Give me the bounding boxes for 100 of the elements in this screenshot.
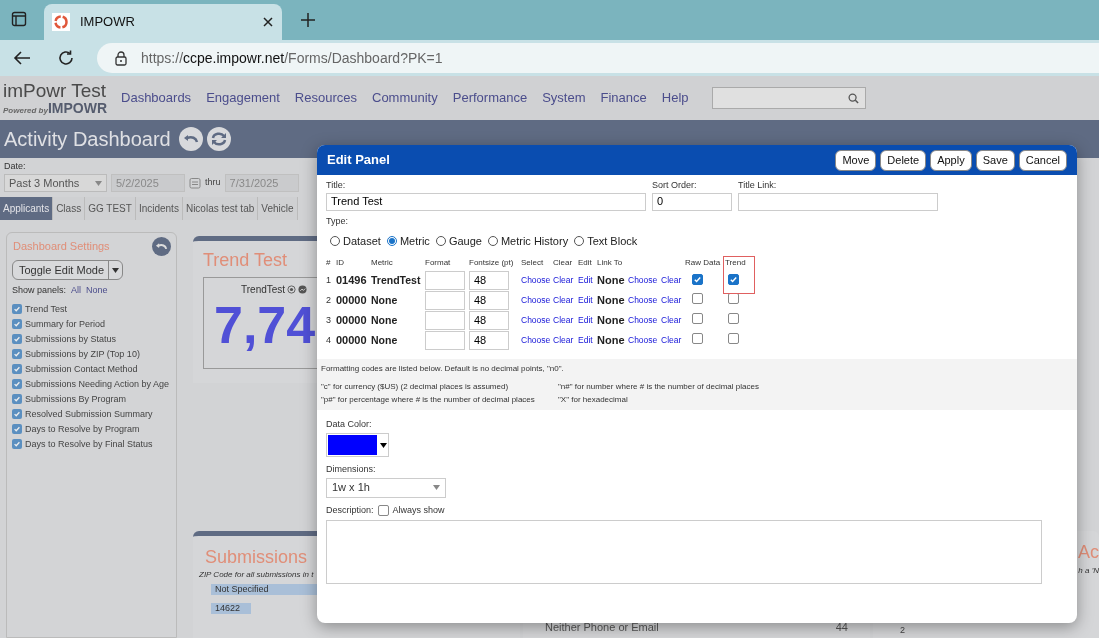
format-field[interactable] bbox=[425, 331, 465, 350]
link[interactable]: All bbox=[71, 284, 82, 298]
checkbox[interactable] bbox=[12, 348, 22, 359]
checkbox[interactable] bbox=[12, 303, 22, 314]
format-field[interactable] bbox=[425, 271, 465, 290]
dialog-button[interactable]: Cancel bbox=[1018, 149, 1067, 171]
edit-link[interactable]: Edit bbox=[578, 274, 597, 287]
choose-link[interactable]: Choose bbox=[628, 334, 661, 347]
clear-link[interactable]: Clear bbox=[553, 294, 578, 307]
tab[interactable]: Class bbox=[53, 197, 86, 220]
date-range-select[interactable]: Past 3 Months bbox=[4, 174, 107, 192]
back-icon[interactable] bbox=[13, 50, 31, 66]
format-field[interactable] bbox=[425, 311, 465, 330]
column-header: # bbox=[326, 256, 332, 269]
tab-actions-icon[interactable] bbox=[11, 11, 27, 27]
link[interactable]: None bbox=[86, 284, 108, 298]
color-picker[interactable] bbox=[326, 433, 389, 457]
help-text: Formatting codes are listed below. Default is no decimal points, "n0". bbox=[321, 362, 565, 375]
calendar-icon[interactable] bbox=[189, 177, 201, 189]
fontsize-field[interactable]: 48 bbox=[469, 311, 509, 330]
sort-order-field[interactable]: 0 bbox=[652, 192, 732, 211]
target-icon[interactable] bbox=[287, 285, 297, 294]
choose-link[interactable]: Choose bbox=[521, 274, 553, 287]
radio-label: Text Block bbox=[587, 234, 638, 249]
checkbox[interactable] bbox=[377, 504, 389, 516]
clear-link[interactable]: Clear bbox=[553, 274, 578, 287]
row-number: 3 bbox=[326, 313, 332, 327]
edit-link[interactable]: Edit bbox=[578, 314, 597, 327]
reload-icon[interactable] bbox=[57, 49, 75, 67]
choose-link[interactable]: Choose bbox=[521, 334, 553, 347]
checkbox[interactable] bbox=[692, 293, 703, 305]
nav-link[interactable]: Help bbox=[661, 88, 689, 108]
clear-link[interactable]: Clear bbox=[661, 274, 685, 287]
checkbox[interactable] bbox=[12, 408, 22, 419]
description-field[interactable] bbox=[326, 520, 1042, 584]
checkbox[interactable] bbox=[728, 293, 739, 305]
choose-link[interactable]: Choose bbox=[628, 314, 661, 327]
dialog-button[interactable]: Delete bbox=[880, 149, 927, 171]
page-title: Activity Dashboard bbox=[4, 127, 171, 152]
fontsize-field[interactable]: 48 bbox=[469, 331, 509, 350]
choose-link[interactable]: Choose bbox=[521, 314, 553, 327]
choose-link[interactable]: Choose bbox=[628, 274, 661, 287]
edit-link[interactable]: Edit bbox=[578, 294, 597, 307]
nav-link[interactable]: Resources bbox=[294, 88, 357, 108]
checkbox[interactable] bbox=[692, 274, 703, 286]
address-bar[interactable]: https://ccpe.impowr.net/Forms/Dashboard?PK=1 bbox=[97, 43, 1099, 73]
format-field[interactable] bbox=[425, 291, 465, 310]
url-text: https://ccpe.impowr.net/Forms/Dashboard?PK=1 bbox=[141, 48, 443, 68]
edit-link[interactable]: Edit bbox=[578, 334, 597, 347]
checkbox[interactable] bbox=[12, 378, 22, 389]
checkbox[interactable] bbox=[692, 313, 703, 325]
dialog-button[interactable]: Move bbox=[835, 149, 877, 171]
column-header: Trend bbox=[725, 256, 747, 269]
title-field[interactable]: Trend Test bbox=[326, 192, 646, 211]
nav-link[interactable]: Performance bbox=[452, 88, 528, 108]
dimensions-select[interactable]: 1w x 1h bbox=[326, 477, 446, 498]
fontsize-field[interactable]: 48 bbox=[469, 271, 509, 290]
clear-link[interactable]: Clear bbox=[553, 314, 578, 327]
choose-link[interactable]: Choose bbox=[521, 294, 553, 307]
nav-link[interactable]: Community bbox=[372, 88, 438, 108]
new-tab-icon[interactable] bbox=[300, 12, 316, 28]
bar: 14622 bbox=[211, 602, 251, 614]
title-link-field[interactable] bbox=[738, 192, 938, 211]
nav-link[interactable]: Finance bbox=[600, 88, 647, 108]
panel-option: Resolved Submission Summary bbox=[25, 407, 153, 420]
clear-link[interactable]: Clear bbox=[553, 334, 578, 347]
browser-tab[interactable]: IMPOWR bbox=[44, 4, 282, 40]
tab[interactable]: Vehicle bbox=[258, 197, 298, 220]
checkbox[interactable] bbox=[728, 313, 739, 325]
clear-link[interactable]: Clear bbox=[661, 334, 685, 347]
checkbox[interactable] bbox=[12, 363, 22, 374]
dialog-button[interactable]: Apply bbox=[930, 149, 972, 171]
nav-link[interactable]: Engagement bbox=[206, 88, 280, 108]
checkbox[interactable] bbox=[728, 274, 739, 286]
dialog-button[interactable]: Save bbox=[975, 149, 1015, 171]
checkbox[interactable] bbox=[12, 333, 22, 344]
choose-link[interactable]: Choose bbox=[628, 294, 661, 307]
clear-link[interactable]: Clear bbox=[661, 314, 685, 327]
nav-link[interactable]: System bbox=[542, 88, 586, 108]
logo-title: imPowr Test bbox=[3, 80, 107, 100]
checkbox[interactable] bbox=[12, 393, 22, 404]
undo-icon[interactable] bbox=[152, 237, 171, 256]
tab[interactable]: GG TEST bbox=[85, 197, 136, 220]
nav-link[interactable]: Dashboards bbox=[121, 88, 192, 108]
checkbox[interactable] bbox=[728, 333, 739, 345]
row-number: 1 bbox=[326, 273, 332, 287]
card-title: Ac bbox=[1078, 542, 1099, 561]
undo-icon[interactable] bbox=[178, 127, 203, 151]
tab[interactable]: Applicants bbox=[0, 197, 54, 220]
checkbox[interactable] bbox=[12, 318, 22, 329]
search-field[interactable] bbox=[711, 87, 866, 109]
toggle-edit-mode-button[interactable]: Toggle Edit Mode bbox=[12, 260, 123, 280]
checkbox[interactable] bbox=[692, 333, 703, 345]
fontsize-field[interactable]: 48 bbox=[469, 291, 509, 310]
checkbox[interactable] bbox=[12, 438, 22, 449]
refresh-icon[interactable] bbox=[206, 127, 231, 151]
chart-icon[interactable] bbox=[298, 285, 308, 294]
close-icon[interactable] bbox=[262, 16, 274, 28]
clear-link[interactable]: Clear bbox=[661, 294, 685, 307]
checkbox[interactable] bbox=[12, 423, 22, 434]
